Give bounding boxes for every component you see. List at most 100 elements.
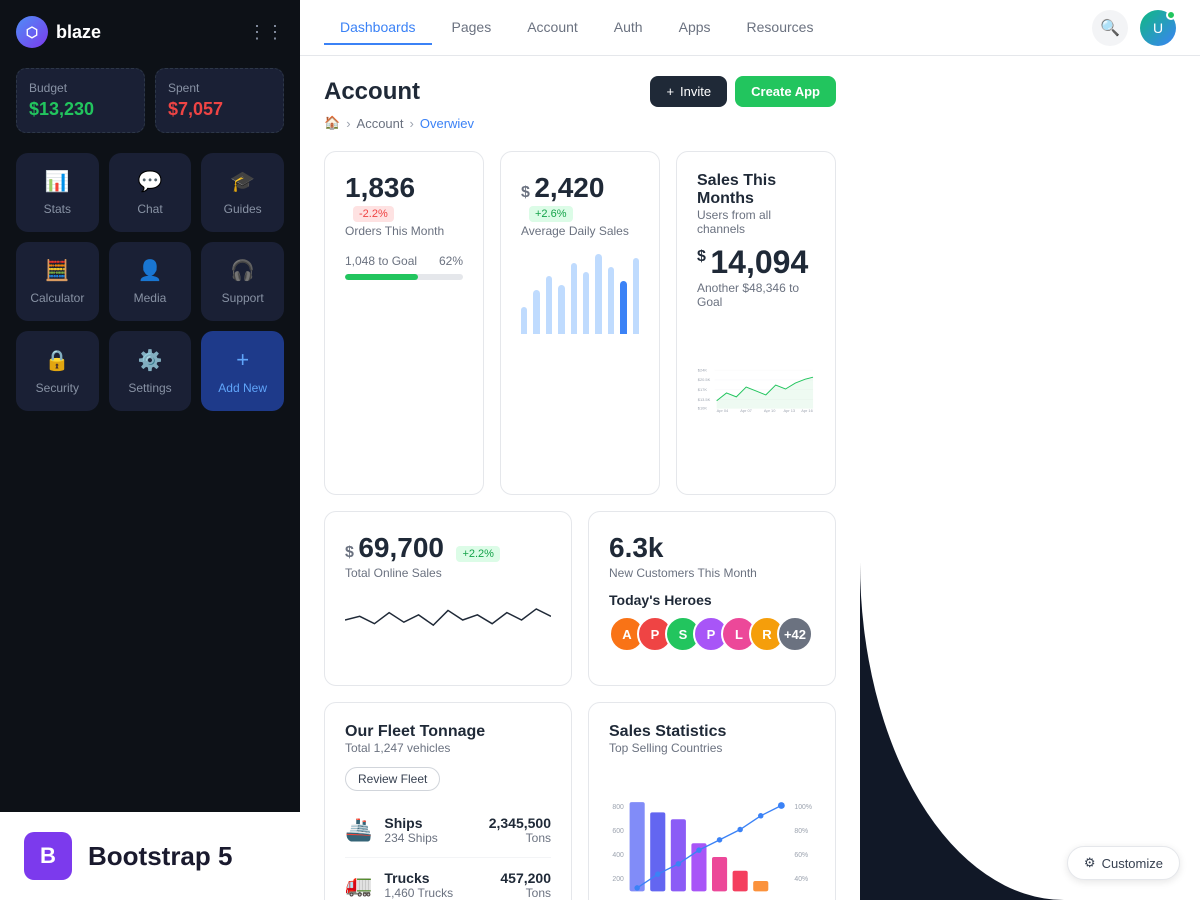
sidebar-menu-icon[interactable]: ⋮⋮	[248, 22, 284, 43]
svg-text:80%: 80%	[794, 828, 808, 835]
sidebar-item-label: Stats	[44, 202, 71, 216]
progress-label: 1,048 to Goal	[345, 254, 417, 268]
nav-item-pages[interactable]: Pages	[436, 11, 508, 45]
sales-goal: Another $48,346 to Goal	[697, 281, 815, 309]
bar-item	[571, 263, 577, 334]
sidebar-item-label: Settings	[128, 381, 171, 395]
nav-item-apps[interactable]: Apps	[663, 11, 727, 45]
svg-text:Apr 10: Apr 10	[764, 408, 776, 413]
fleet-name: Trucks	[384, 870, 488, 886]
svg-text:$17K: $17K	[698, 387, 708, 392]
sidebar-item-add-new[interactable]: + Add New	[201, 331, 284, 411]
online-sales-value: 69,700	[358, 532, 444, 563]
svg-text:Apr 04: Apr 04	[717, 408, 729, 413]
fleet-row: 🚛 Trucks 1,460 Trucks 457,200 Tons	[345, 858, 551, 900]
sidebar-item-stats[interactable]: 📊 Stats	[16, 153, 99, 232]
fleet-info: Trucks 1,460 Trucks	[384, 870, 488, 900]
bootstrap-icon: B	[24, 832, 72, 880]
sidebar-item-guides[interactable]: 🎓 Guides	[201, 153, 284, 232]
sidebar-item-support[interactable]: 🎧 Support	[201, 242, 284, 321]
fleet-num: 457,200	[500, 870, 551, 886]
bar-item	[620, 281, 626, 334]
nav-item-auth[interactable]: Auth	[598, 11, 659, 45]
breadcrumb: 🏠 › Account › Overwiev	[324, 115, 836, 131]
user-avatar[interactable]: U	[1140, 10, 1176, 46]
budget-label: Budget	[29, 81, 132, 95]
invite-button[interactable]: + Invite	[650, 76, 727, 107]
heroes-avatars: APSPLR+42	[609, 616, 815, 652]
customize-button[interactable]: ⚙ Customize	[1067, 846, 1180, 880]
online-sales-badge: +2.2%	[456, 546, 500, 562]
chat-icon: 💬	[138, 169, 163, 194]
heroes-title: Today's Heroes	[609, 592, 815, 608]
nav-item-dashboards[interactable]: Dashboards	[324, 11, 432, 45]
svg-text:$20.5K: $20.5K	[698, 377, 711, 382]
sales-line-chart: $24K $20.5K $17K $13.5K $10K	[697, 309, 815, 469]
fleet-count: 1,460 Trucks	[384, 886, 488, 900]
bootstrap-badge: B Bootstrap 5	[0, 812, 300, 900]
svg-text:$10K: $10K	[698, 405, 708, 410]
sidebar-item-calculator[interactable]: 🧮 Calculator	[16, 242, 99, 321]
spent-value: $7,057	[168, 99, 271, 120]
fleet-rows: 🚢 Ships 234 Ships 2,345,500 Tons 🚛 Truck…	[345, 803, 551, 900]
settings-icon: ⚙️	[138, 348, 163, 373]
create-app-button[interactable]: Create App	[735, 76, 836, 107]
review-fleet-button[interactable]: Review Fleet	[345, 767, 440, 791]
online-sales-label: Total Online Sales	[345, 566, 551, 580]
sales-stats-chart: 800 600 400 200 100% 80% 60% 40%	[609, 767, 815, 900]
bar-item	[595, 254, 601, 334]
daily-prefix: $	[521, 184, 530, 201]
heroes-section: Today's Heroes APSPLR+42	[609, 592, 815, 652]
sales-stats-title: Sales Statistics	[609, 723, 815, 741]
security-icon: 🔒	[45, 348, 70, 373]
fleet-vehicle-icon: 🚢	[345, 817, 372, 843]
svg-text:$24K: $24K	[698, 367, 708, 372]
svg-text:200: 200	[612, 876, 624, 883]
logo-icon: ⬡	[16, 16, 48, 48]
wave-chart	[345, 580, 551, 660]
breadcrumb-home[interactable]: 🏠	[324, 115, 340, 131]
svg-text:400: 400	[612, 852, 624, 859]
search-button[interactable]: 🔍	[1092, 10, 1128, 46]
daily-sales-label: Average Daily Sales	[521, 224, 639, 238]
page-header: Account + Invite Create App	[324, 76, 836, 107]
fleet-unit: Tons	[500, 886, 551, 900]
breadcrumb-account[interactable]: Account	[357, 116, 404, 131]
svg-text:Apr 13: Apr 13	[784, 408, 796, 413]
top-nav: Dashboards Pages Account Auth Apps Resou…	[300, 0, 1200, 56]
sidebar: ⬡ blaze ⋮⋮ Budget $13,230 Spent $7,057 📊…	[0, 0, 300, 900]
sidebar-item-chat[interactable]: 💬 Chat	[109, 153, 192, 232]
page-title: Account	[324, 78, 420, 106]
nav-item-account[interactable]: Account	[511, 11, 594, 45]
spent-card: Spent $7,057	[155, 68, 284, 133]
online-sales-card: $ 69,700 +2.2% Total Online Sales	[324, 511, 572, 686]
budget-row: Budget $13,230 Spent $7,057	[16, 68, 284, 133]
sidebar-item-label: Chat	[137, 202, 162, 216]
nav-grid: 📊 Stats 💬 Chat 🎓 Guides 🧮 Calculator 👤 M…	[16, 153, 284, 411]
hero-avatar-extra: +42	[777, 616, 813, 652]
sidebar-item-settings[interactable]: ⚙️ Settings	[109, 331, 192, 411]
svg-text:40%: 40%	[794, 876, 808, 883]
customers-label: New Customers This Month	[609, 566, 815, 580]
sidebar-item-security[interactable]: 🔒 Security	[16, 331, 99, 411]
sidebar-item-media[interactable]: 👤 Media	[109, 242, 192, 321]
customers-value: 6.3k	[609, 532, 664, 563]
svg-text:800: 800	[612, 804, 624, 811]
sidebar-item-label: Media	[134, 291, 167, 305]
sidebar-item-label: Calculator	[30, 291, 84, 305]
sidebar-item-label: Support	[222, 291, 264, 305]
nav-item-resources[interactable]: Resources	[731, 11, 830, 45]
breadcrumb-overview: Overwiev	[420, 116, 474, 131]
online-indicator	[1166, 10, 1176, 20]
progress-section: 1,048 to Goal 62%	[345, 254, 463, 280]
guides-icon: 🎓	[230, 169, 255, 194]
top-nav-right: 🔍 U	[1092, 10, 1176, 46]
new-customers-card: 6.3k New Customers This Month Today's He…	[588, 511, 836, 686]
bar-item	[521, 307, 527, 334]
stats-grid: 1,836 -2.2% Orders This Month 1,048 to G…	[324, 151, 836, 495]
media-icon: 👤	[138, 258, 163, 283]
svg-text:60%: 60%	[794, 852, 808, 859]
sidebar-item-label: Guides	[224, 202, 262, 216]
progress-fill	[345, 274, 418, 280]
content-area: Account + Invite Create App 🏠 › Account …	[300, 56, 1200, 900]
